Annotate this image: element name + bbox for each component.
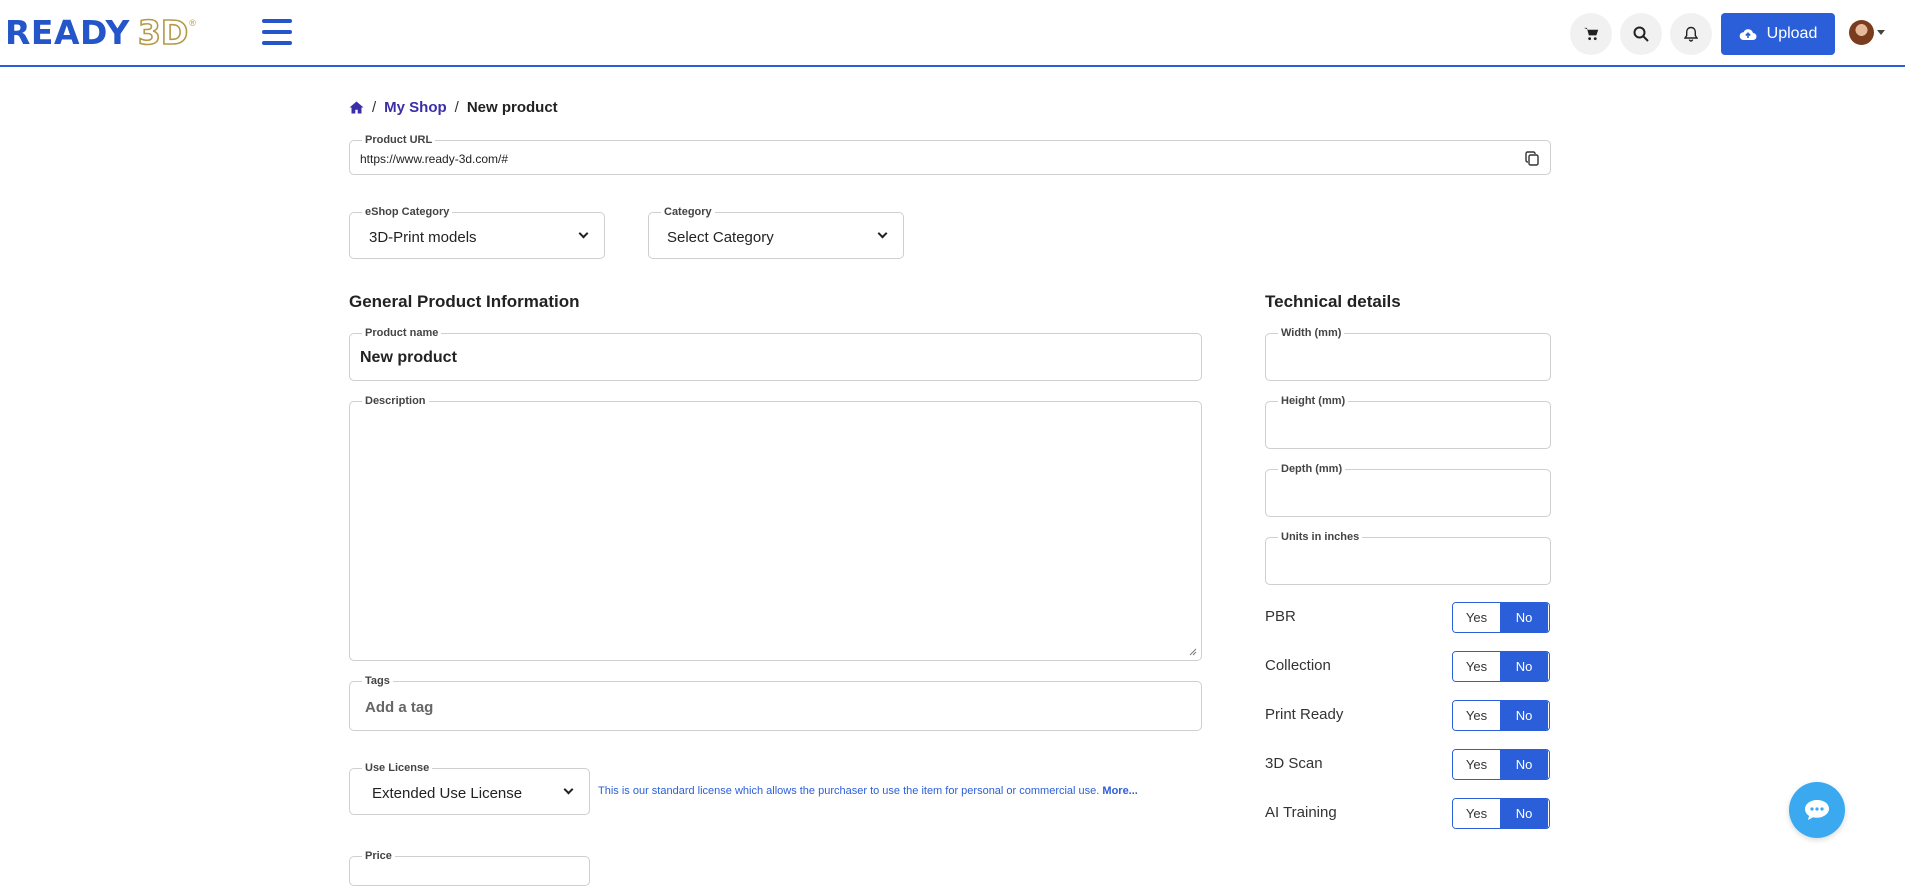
3d-scan-toggle: Yes No [1452, 749, 1550, 780]
chat-bubble-icon [1805, 800, 1829, 820]
price-label: Price [362, 849, 395, 863]
pbr-no-button[interactable]: No [1500, 603, 1548, 632]
ai-training-toggle: Yes No [1452, 798, 1550, 829]
eshop-category-value: 3D-Print models [369, 229, 477, 246]
general-info-title: General Product Information [349, 292, 580, 311]
ai-training-no-button[interactable]: No [1500, 799, 1548, 828]
product-name-field[interactable]: Product name New product [349, 326, 1202, 381]
units-in-inches-field[interactable]: Units in inches [1265, 530, 1551, 585]
units-label: Units in inches [1278, 530, 1363, 544]
cart-icon [1583, 27, 1598, 41]
description-field[interactable]: Description [349, 394, 1202, 661]
category-select[interactable]: Category Select Category [648, 205, 904, 259]
product-url-field[interactable]: Product URL https://www.ready-3d.com/# [349, 133, 1551, 175]
collection-toggle: Yes No [1452, 651, 1550, 682]
technical-details-title: Technical details [1265, 292, 1401, 311]
chevron-down-icon [1877, 30, 1885, 35]
description-label: Description [362, 394, 429, 408]
cart-button[interactable] [1570, 13, 1612, 55]
toggle-row-3d-scan: 3D Scan Yes No [1265, 749, 1550, 780]
ai-training-yes-button[interactable]: Yes [1453, 799, 1500, 828]
toggle-label: AI Training [1265, 804, 1337, 821]
print-ready-yes-button[interactable]: Yes [1453, 701, 1500, 730]
breadcrumb-separator: / [372, 99, 377, 116]
home-icon[interactable] [349, 101, 364, 114]
license-more-link[interactable]: More... [1102, 785, 1137, 797]
toggle-row-collection: Collection Yes No [1265, 651, 1550, 682]
product-name-value: New product [360, 349, 457, 366]
cloud-upload-icon [1739, 29, 1757, 40]
breadcrumb-my-shop[interactable]: My Shop [384, 99, 447, 116]
pbr-yes-button[interactable]: Yes [1453, 603, 1500, 632]
product-url-value: https://www.ready-3d.com/# [360, 152, 509, 166]
toggle-label: PBR [1265, 608, 1296, 625]
breadcrumb: / My Shop / New product [349, 99, 558, 116]
avatar [1849, 20, 1874, 45]
menu-icon[interactable] [262, 19, 292, 46]
collection-no-button[interactable]: No [1500, 652, 1548, 681]
chat-button[interactable] [1789, 782, 1845, 838]
bell-icon [1684, 26, 1698, 42]
copy-icon[interactable] [1525, 151, 1539, 166]
ready3d-logo[interactable]: READY 3D ® [5, 13, 196, 52]
print-ready-no-button[interactable]: No [1500, 701, 1548, 730]
toggle-row-print-ready: Print Ready Yes No [1265, 700, 1550, 731]
use-license-value: Extended Use License [372, 785, 523, 802]
width-label: Width (mm) [1278, 326, 1345, 340]
notifications-button[interactable] [1670, 13, 1712, 55]
use-license-select[interactable]: Use License Extended Use License [349, 761, 590, 815]
user-menu[interactable] [1849, 20, 1885, 45]
toggle-row-ai-training: AI Training Yes No [1265, 798, 1550, 829]
upload-button[interactable]: Upload [1721, 13, 1835, 55]
license-note-text: This is our standard license which allow… [598, 785, 1100, 797]
category-label: Category [661, 205, 715, 219]
depth-label: Depth (mm) [1278, 462, 1346, 476]
top-navbar: READY 3D ® Upload [0, 0, 1905, 67]
tags-input[interactable]: Add a tag [365, 699, 433, 716]
tags-field[interactable]: Tags Add a tag [349, 674, 1202, 731]
product-name-label: Product name [362, 326, 442, 340]
upload-label: Upload [1766, 25, 1818, 42]
category-value: Select Category [667, 229, 774, 246]
logo-ready-text: READY [5, 13, 130, 52]
3d-scan-no-button[interactable]: No [1500, 750, 1548, 779]
search-button[interactable] [1620, 13, 1662, 55]
license-description: This is our standard license which allow… [598, 785, 1138, 797]
price-field[interactable]: Price [349, 849, 590, 886]
eshop-category-label: eShop Category [362, 205, 453, 219]
toggle-label: Print Ready [1265, 706, 1344, 723]
breadcrumb-separator: / [454, 99, 459, 116]
chevron-down-icon [578, 228, 589, 239]
tags-label: Tags [362, 674, 393, 688]
3d-scan-yes-button[interactable]: Yes [1453, 750, 1500, 779]
collection-yes-button[interactable]: Yes [1453, 652, 1500, 681]
width-field[interactable]: Width (mm) [1265, 326, 1551, 381]
toggle-label: Collection [1265, 657, 1331, 674]
search-icon [1633, 26, 1649, 42]
toggle-row-pbr: PBR Yes No [1265, 602, 1550, 633]
height-label: Height (mm) [1278, 394, 1349, 408]
logo-registered-mark: ® [189, 18, 196, 28]
product-url-label: Product URL [362, 133, 436, 147]
resize-handle-icon[interactable] [1189, 648, 1197, 656]
logo-3d-text: 3D [137, 13, 189, 52]
height-field[interactable]: Height (mm) [1265, 394, 1551, 449]
chevron-down-icon [877, 228, 888, 239]
chevron-down-icon [563, 784, 574, 795]
use-license-label: Use License [362, 761, 433, 775]
pbr-toggle: Yes No [1452, 602, 1550, 633]
depth-field[interactable]: Depth (mm) [1265, 462, 1551, 517]
breadcrumb-current: New product [466, 99, 558, 116]
toggle-label: 3D Scan [1265, 755, 1323, 772]
print-ready-toggle: Yes No [1452, 700, 1550, 731]
eshop-category-select[interactable]: eShop Category 3D-Print models [349, 205, 605, 259]
